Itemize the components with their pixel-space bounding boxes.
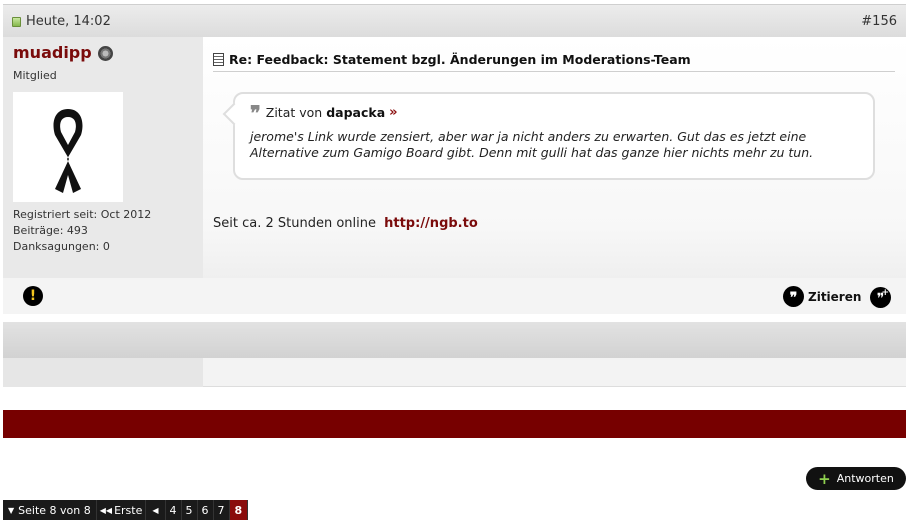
user-registered: Registriert seit: Oct 2012 <box>13 208 152 221</box>
page-selector-label: Seite 8 von 8 <box>18 503 91 517</box>
post-date: Heute, 14:02 <box>12 14 111 29</box>
post-header: Heute, 14:02 #156 <box>3 4 906 37</box>
quote-author: dapacka <box>326 105 386 120</box>
username-link[interactable]: muadipp <box>13 43 92 62</box>
quote-button-label: Zitieren <box>808 289 862 304</box>
first-page-link[interactable]: ◀◀ Erste <box>96 500 147 520</box>
username-container: muadipp <box>13 43 113 62</box>
document-icon <box>213 53 224 66</box>
page-selector[interactable]: ▼ Seite 8 von 8 <box>3 500 97 520</box>
user-post-count: Beiträge: 493 <box>13 224 88 237</box>
report-post-icon[interactable]: ! <box>23 286 43 306</box>
user-title: Mitglied <box>13 69 57 82</box>
post-text: Seit ca. 2 Stunden online <box>213 216 376 231</box>
post-body: Re: Feedback: Statement bzgl. Änderungen… <box>203 37 906 278</box>
quote-prefix: Zitat von <box>265 105 323 120</box>
quote-box: ❞ Zitat von dapacka » jerome's Link wurd… <box>233 92 875 180</box>
post-status-icon <box>12 16 21 27</box>
pagination: ▼ Seite 8 von 8 ◀◀ Erste ◀ 4 5 6 7 8 <box>3 500 249 520</box>
next-post-row <box>3 358 906 387</box>
page-link[interactable]: 4 <box>165 500 182 520</box>
user-thanks: Danksagungen: 0 <box>13 240 110 253</box>
post-title: Re: Feedback: Statement bzgl. Änderungen… <box>213 52 895 72</box>
current-page: 8 <box>229 500 249 520</box>
page-link[interactable]: 6 <box>197 500 214 520</box>
user-stats: Registriert seit: Oct 2012 Beiträge: 493… <box>13 207 151 255</box>
multi-quote-icon[interactable]: ❞ + <box>870 287 891 308</box>
view-quoted-post-icon[interactable]: » <box>389 105 397 120</box>
prev-page-link[interactable]: ◀ <box>146 500 166 520</box>
avatar[interactable] <box>13 92 123 202</box>
post-content: Seit ca. 2 Stunden online http://ngb.to <box>213 216 478 231</box>
black-ribbon-icon <box>53 109 83 193</box>
post-title-text: Re: Feedback: Statement bzgl. Änderungen… <box>229 52 691 67</box>
quote-text: jerome's Link wurde zensiert, aber war j… <box>250 129 814 160</box>
quote-button[interactable]: ❞ Zitieren <box>783 286 861 307</box>
first-page-label: Erste <box>114 503 143 517</box>
post-date-text: Heute, 14:02 <box>26 14 111 29</box>
quote-icon: ❞ <box>783 286 804 307</box>
page-link[interactable]: 7 <box>213 500 230 520</box>
post-footer: ! ❞ Zitieren ❞ + <box>3 278 906 314</box>
reply-button[interactable]: + Antworten <box>806 467 906 490</box>
post-number-link[interactable]: #156 <box>861 14 897 29</box>
reply-button-label: Antworten <box>836 472 894 485</box>
next-post-header <box>3 322 906 358</box>
online-status-icon <box>97 46 113 61</box>
page-link[interactable]: 5 <box>181 500 198 520</box>
double-left-arrow-icon: ◀◀ <box>99 505 113 515</box>
quote-mark-icon: ❞ <box>250 100 261 125</box>
triangle-down-icon: ▼ <box>8 505 15 515</box>
user-info-panel: muadipp Mitglied Registriert seit: Oct 2… <box>3 37 203 278</box>
next-post-userinfo <box>3 358 203 387</box>
plus-icon: + <box>818 469 831 488</box>
post-link[interactable]: http://ngb.to <box>384 216 478 231</box>
quote-header: ❞ Zitat von dapacka » <box>250 100 398 125</box>
left-arrow-icon: ◀ <box>152 505 159 515</box>
thread-footer-bar <box>3 410 906 438</box>
